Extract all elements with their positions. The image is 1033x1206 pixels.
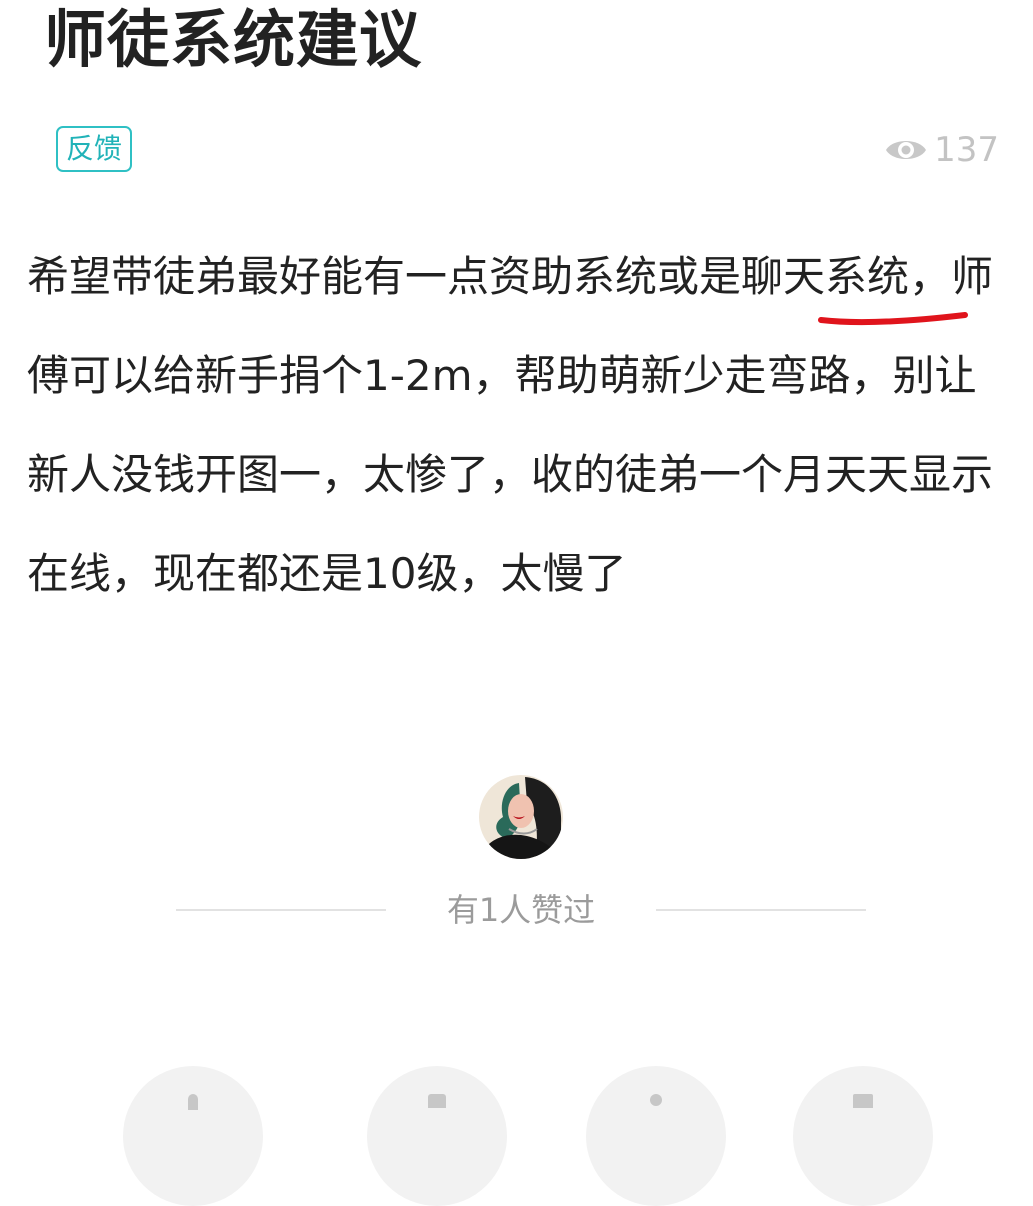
comment-button[interactable] (367, 1066, 507, 1206)
view-count-value: 137 (934, 130, 999, 170)
post-body: 希望带徒弟最好能有一点资助系统或是聊天系统，师傅可以给新手捐个1-2m，帮助萌新… (27, 252, 994, 598)
like-button[interactable] (123, 1066, 263, 1206)
likes-count-text: 有1人赞过 (446, 891, 596, 929)
bookmark-button[interactable] (793, 1066, 933, 1206)
follow-button[interactable] (586, 1066, 726, 1206)
comment-icon (428, 1094, 446, 1108)
view-count: 137 (884, 128, 999, 172)
post-meta: 反馈 137 (0, 122, 1033, 176)
user-icon (650, 1094, 662, 1106)
like-icon (188, 1094, 198, 1110)
divider-right (656, 909, 866, 911)
bookmark-icon (853, 1094, 873, 1108)
category-tag[interactable]: 反馈 (56, 126, 133, 172)
likes-summary: 有1人赞过 (0, 885, 1033, 935)
liker-avatar[interactable] (479, 775, 563, 859)
avatar-image (479, 775, 563, 859)
divider-left (176, 909, 386, 911)
eye-icon (886, 141, 927, 159)
post-title: 师徒系统建议 (44, 3, 423, 76)
